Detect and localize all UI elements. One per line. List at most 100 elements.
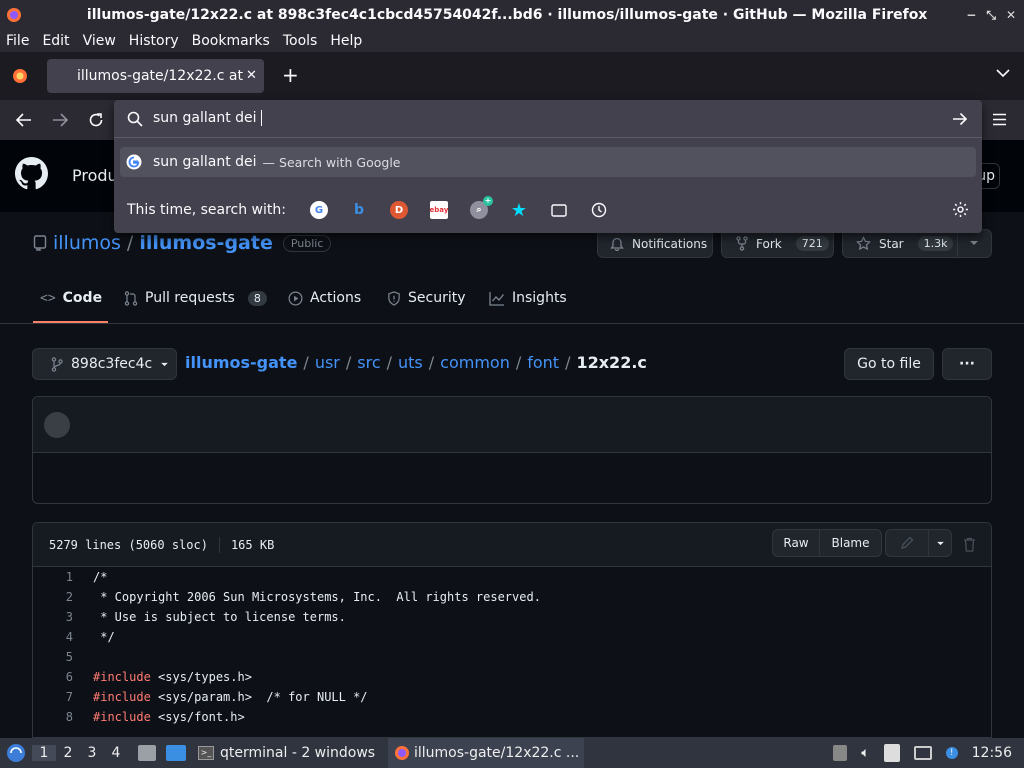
duckduckgo-engine-icon[interactable]: D (389, 201, 408, 219)
caret-down-icon (161, 362, 169, 366)
breadcrumb-repo[interactable]: illumos-gate (185, 353, 297, 372)
firefox-icon (395, 746, 409, 760)
code-line: 1/* (65, 570, 108, 584)
go-to-file-button[interactable]: Go to file (844, 348, 934, 380)
desktop-icon[interactable] (166, 745, 186, 761)
trash-icon[interactable] (963, 537, 976, 552)
branch-selector[interactable]: 898c3fec4c (32, 348, 177, 380)
bookmarks-star-icon[interactable]: ★ (510, 200, 528, 221)
code-body: 1/* 2 * Copyright 2006 Sun Microsystems,… (33, 567, 991, 727)
taskbar-firefox[interactable]: illumos-gate/12x22.c ... (388, 738, 584, 768)
star-label: Star (879, 236, 904, 251)
raw-button[interactable]: Raw (773, 530, 820, 556)
edit-button[interactable] (886, 530, 929, 556)
breadcrumb-file: 12x22.c (576, 353, 647, 372)
update-notifier-icon[interactable]: ! (945, 747, 958, 759)
history-clock-icon[interactable] (590, 201, 608, 219)
workspace-3[interactable]: 3 (80, 745, 104, 761)
search-engine-row: This time, search with: G b D ebay ⌕ + ★ (114, 192, 982, 228)
blame-button[interactable]: Blame (820, 530, 881, 556)
breadcrumb-common[interactable]: common (440, 353, 510, 372)
code-line: 6 #include <sys/types.h> (65, 670, 252, 684)
workspace-1[interactable]: 1 (32, 745, 56, 761)
repo-title: illumos / illumos-gate Public (33, 232, 332, 254)
edit-dropdown[interactable] (929, 541, 951, 546)
network-icon[interactable] (913, 746, 932, 760)
github-logo-icon[interactable] (15, 157, 48, 190)
menu-tools[interactable]: Tools (283, 33, 318, 49)
search-suggestion[interactable]: sun gallant dei — Search with Google (120, 147, 976, 177)
window-title: illumos-gate/12x22.c at 898c3fec4c1cbcd4… (86, 7, 928, 23)
start-menu-icon[interactable] (0, 743, 32, 763)
workspace-switcher: 1 2 3 4 (32, 745, 128, 761)
tab-security[interactable]: Security (387, 290, 466, 306)
forward-icon[interactable] (52, 112, 69, 128)
minimize-icon[interactable]: − (966, 8, 976, 23)
list-all-tabs-icon[interactable] (996, 68, 1010, 78)
google-engine-icon[interactable]: G (309, 201, 328, 219)
tab-close-icon[interactable]: ✕ (246, 68, 257, 83)
breadcrumb-src[interactable]: src (357, 353, 380, 372)
breadcrumb-uts[interactable]: uts (398, 353, 423, 372)
add-search-engine-icon[interactable]: ⌕ + (469, 196, 493, 219)
urlbar-input[interactable]: sun gallant dei (153, 110, 262, 126)
more-options-button[interactable]: ··· (942, 348, 992, 380)
firefox-view-icon[interactable] (12, 68, 28, 84)
file-manager-icon[interactable] (138, 745, 156, 761)
go-to-file-label: Go to file (857, 356, 921, 372)
menu-edit[interactable]: Edit (42, 33, 69, 49)
file-header: 5279 lines (5060 sloc) 165 KB Raw Blame (33, 523, 991, 567)
reload-icon[interactable] (88, 112, 104, 128)
volume-icon[interactable]: 🔈︎ (861, 745, 869, 761)
menu-help[interactable]: Help (330, 33, 362, 49)
app-menu-icon[interactable] (992, 113, 1007, 126)
restore-icon[interactable]: ⤡ (986, 8, 996, 23)
go-arrow-icon[interactable] (952, 112, 968, 126)
close-icon[interactable]: ✕ (1006, 8, 1016, 23)
star-divider (957, 229, 958, 258)
tab-label: illumos-gate/12x22.c at (77, 68, 243, 84)
tab-insights[interactable]: Insights (489, 290, 567, 306)
new-tab-icon[interactable]: + (282, 63, 299, 87)
terminal-icon: >_ (198, 746, 214, 760)
notes-icon[interactable] (883, 744, 900, 762)
workspace-2[interactable]: 2 (56, 745, 80, 761)
suggestion-text: sun gallant dei (153, 154, 257, 170)
code-line: 2 * Copyright 2006 Sun Microsystems, Inc… (65, 590, 541, 604)
menu-history[interactable]: History (129, 33, 179, 49)
clipboard-icon[interactable] (833, 745, 848, 761)
code-line: 5 (65, 650, 73, 664)
product-menu[interactable]: Produ (72, 166, 118, 185)
visibility-badge: Public (282, 234, 332, 252)
text-cursor (260, 110, 262, 126)
repo-name-link[interactable]: illumos-gate (139, 232, 273, 254)
star-dropdown-icon[interactable] (969, 240, 979, 246)
tab-actions[interactable]: Actions (288, 290, 361, 306)
fork-button[interactable]: Fork 721 (721, 229, 834, 258)
notifications-label: Notifications (632, 236, 708, 251)
ebay-engine-icon[interactable]: ebay (430, 201, 448, 219)
breadcrumb-usr[interactable]: usr (315, 353, 340, 372)
file-lines: 5279 lines (5060 sloc) (49, 538, 208, 552)
bing-engine-icon[interactable]: b (350, 201, 368, 219)
window-titlebar: illumos-gate/12x22.c at 898c3fec4c1cbcd4… (0, 0, 1024, 30)
search-settings-gear-icon[interactable] (952, 201, 969, 218)
edit-group (885, 529, 952, 557)
tab-pull-requests[interactable]: Pull requests 8 (124, 290, 267, 306)
menu-bookmarks[interactable]: Bookmarks (192, 33, 270, 49)
notifications-button[interactable]: Notifications (597, 229, 713, 258)
workspace-4[interactable]: 4 (104, 745, 128, 761)
tab-code[interactable]: <> Code (40, 290, 102, 306)
taskbar-terminal[interactable]: >_ qterminal - 2 windows (198, 745, 388, 761)
urlbar: sun gallant dei (114, 100, 982, 138)
menu-file[interactable]: File (6, 33, 29, 49)
menu-view[interactable]: View (83, 33, 116, 49)
tabs-icon[interactable] (550, 201, 568, 219)
bell-icon (610, 237, 624, 251)
taskbar: 1 2 3 4 >_ qterminal - 2 windows illumos… (0, 738, 1024, 768)
clock[interactable]: 12:56 (972, 745, 1012, 761)
repo-owner-link[interactable]: illumos (53, 232, 121, 254)
back-icon[interactable] (15, 112, 32, 128)
breadcrumb-font[interactable]: font (527, 353, 559, 372)
browser-tab[interactable]: illumos-gate/12x22.c at (47, 59, 264, 93)
